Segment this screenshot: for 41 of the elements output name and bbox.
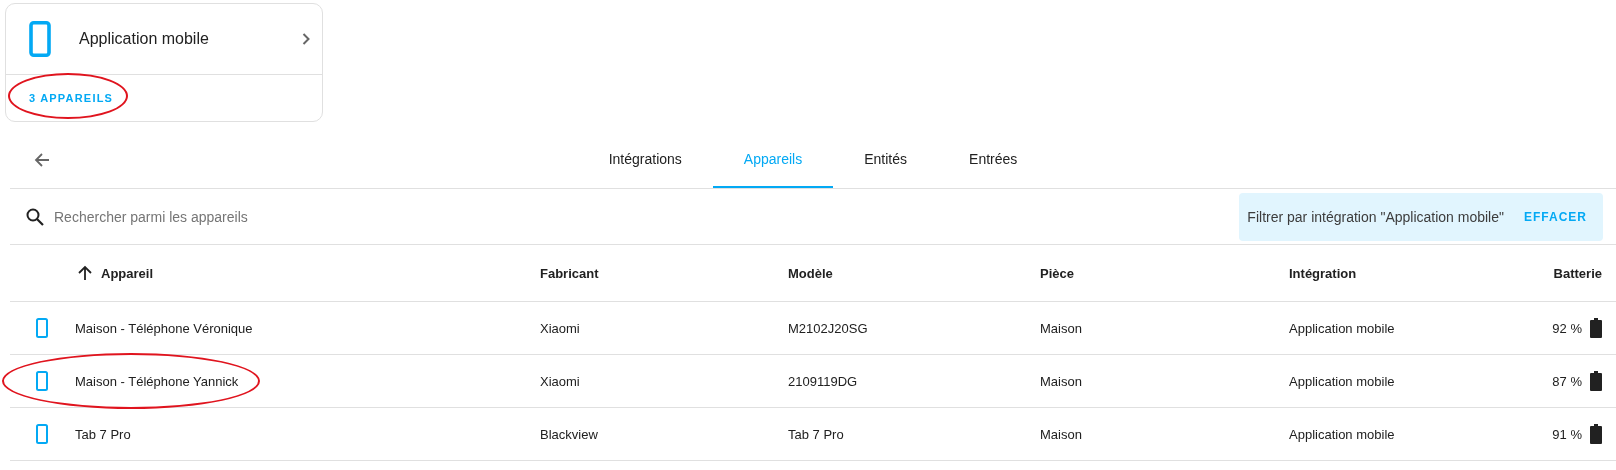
column-header[interactable]: Intégration	[1289, 265, 1357, 281]
table-cell-text: Application mobile	[1289, 320, 1396, 336]
table-cell-text: Maison - Téléphone Yannick	[75, 373, 240, 389]
table-cell-text: Xiaomi	[540, 320, 581, 336]
table-cell-text: Xiaomi	[540, 373, 581, 389]
column-header[interactable]: Fabricant	[540, 265, 599, 281]
column-header[interactable]: Pièce	[1040, 265, 1074, 281]
battery-percent: 87 %	[1552, 373, 1582, 389]
battery-icon	[1590, 371, 1602, 391]
table-cell-text: Application mobile	[1289, 426, 1396, 442]
table-cell-text: Blackview	[540, 426, 599, 442]
search-field[interactable]: Rechercher parmi les appareils	[54, 208, 1240, 225]
back-arrow-icon[interactable]	[34, 152, 50, 168]
sort-up-arrow-icon[interactable]	[78, 265, 92, 281]
column-header[interactable]: Batterie	[1553, 265, 1602, 281]
table-cell-text: Application mobile	[1289, 373, 1396, 389]
table-cell-text: Tab 7 Pro	[788, 426, 845, 442]
battery-percent: 91 %	[1552, 426, 1582, 442]
table-cell-text: 2109119DG	[788, 373, 859, 389]
table-cell-text: M2102J20SG	[788, 320, 869, 336]
tab[interactable]: Entrées	[938, 132, 1049, 188]
table-cell-text: Maison	[1040, 426, 1083, 442]
battery-icon	[1590, 424, 1602, 444]
tab[interactable]: Intégrations	[577, 132, 713, 188]
battery-percent: 92 %	[1552, 320, 1582, 336]
search-icon	[26, 207, 44, 226]
column-header[interactable]: Modèle	[788, 265, 833, 281]
phone-icon	[36, 371, 48, 391]
tab[interactable]: Entités	[833, 132, 939, 188]
integration-title: Application mobile	[79, 30, 210, 48]
phone-icon	[29, 21, 51, 57]
table-cell-text: Maison - Téléphone Véronique	[75, 320, 254, 336]
battery-icon	[1590, 318, 1602, 338]
filter-label: Filtrer par intégration "Application mobile"	[1247, 208, 1504, 225]
table-cell-text: Maison	[1040, 320, 1083, 336]
phone-icon	[36, 318, 48, 338]
phone-icon	[36, 424, 48, 444]
table-cell-text: Maison	[1040, 373, 1083, 389]
table-cell-text: Tab 7 Pro	[75, 426, 132, 442]
chevron-right-icon[interactable]	[302, 33, 310, 45]
column-header[interactable]: Appareil	[101, 265, 153, 281]
